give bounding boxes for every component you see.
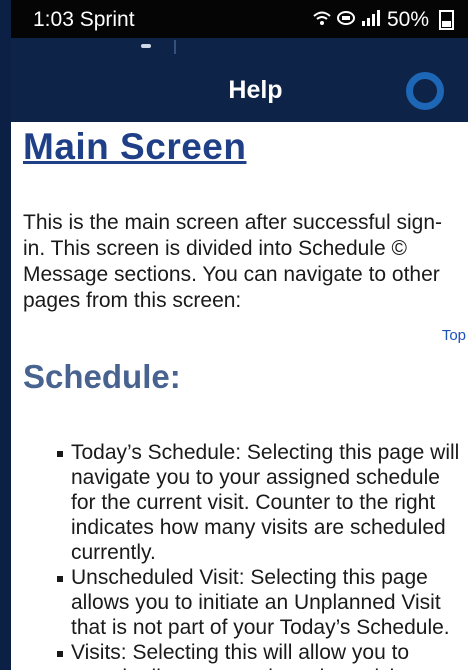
top-link[interactable]: Top bbox=[442, 327, 466, 344]
toolbar-strip bbox=[11, 38, 468, 58]
battery-icon bbox=[439, 10, 454, 30]
page-title-link[interactable]: Main Screen bbox=[23, 126, 246, 168]
help-content[interactable]: Main Screen This is the main screen afte… bbox=[11, 122, 468, 670]
app-bar-title: Help bbox=[228, 75, 283, 104]
intro-paragraph: This is the main screen after successful… bbox=[23, 211, 442, 312]
status-bar: 1:03 Sprint 50% bbox=[11, 0, 468, 38]
status-icons: 50% bbox=[313, 8, 454, 32]
list-item: Unscheduled Visit: Selecting this page a… bbox=[57, 565, 466, 640]
status-time-carrier: 1:03 Sprint bbox=[33, 8, 135, 31]
signal-icon bbox=[361, 9, 381, 31]
app-bar: Help bbox=[11, 58, 468, 122]
battery-percent: 50% bbox=[386, 8, 429, 31]
list-item: Visits: Selecting this will allow you to… bbox=[57, 640, 466, 670]
divider bbox=[174, 40, 176, 54]
list-item: Today’s Schedule: Selecting this page wi… bbox=[57, 440, 466, 565]
section-heading-schedule: Schedule: bbox=[23, 358, 181, 395]
wifi-icon bbox=[313, 10, 331, 31]
volte-icon bbox=[336, 10, 355, 31]
window-frame bbox=[0, 0, 11, 670]
schedule-list: Today’s Schedule: Selecting this page wi… bbox=[57, 440, 466, 670]
drag-handle-icon bbox=[141, 44, 151, 48]
loading-ring-icon bbox=[406, 72, 444, 110]
